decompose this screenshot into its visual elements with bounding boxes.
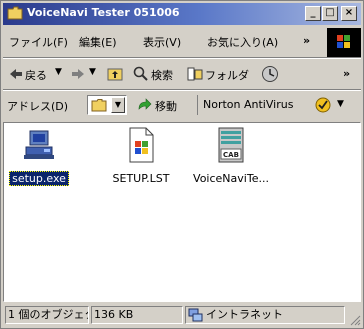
- svg-text:CAB: CAB: [223, 151, 239, 159]
- forward-dropdown-arrow-icon[interactable]: ▼: [89, 67, 96, 77]
- go-arrow-icon[interactable]: [137, 98, 153, 112]
- menu-overflow-chevron[interactable]: »: [303, 34, 310, 47]
- file-item-setup-exe[interactable]: setup.exe: [0, 129, 84, 186]
- norton-dropdown-arrow-icon[interactable]: ▼: [337, 99, 344, 109]
- address-bar: アドレス(D) ▼ 移動 Norton AntiVirus ▼: [3, 91, 361, 119]
- menu-bar: ファイル(F) 編集(E) 表示(V) お気に入り(A) »: [3, 28, 361, 56]
- back-dropdown-arrow-icon[interactable]: ▼: [55, 67, 62, 77]
- cab-archive-icon: CAB: [218, 127, 244, 163]
- file-name: SETUP.LST: [112, 172, 170, 185]
- title-bar[interactable]: VoiceNavi Tester 051006 _ □ ×: [3, 3, 361, 25]
- folders-button[interactable]: フォルダ: [205, 67, 249, 83]
- file-item-voicenavi-cab[interactable]: CAB VoiceNaviTe...: [186, 127, 276, 186]
- address-dropdown-arrow-icon[interactable]: ▼: [111, 97, 125, 113]
- file-name: setup.exe: [9, 171, 69, 186]
- search-button[interactable]: 検索: [151, 67, 173, 83]
- up-folder-icon[interactable]: [107, 66, 123, 81]
- file-name: VoiceNaviTe...: [193, 172, 269, 185]
- status-bar: 1 個のオブジェク 136 KB イントラネット: [3, 304, 361, 326]
- address-combobox[interactable]: ▼: [87, 95, 127, 115]
- file-list-view[interactable]: setup.exe SETUP.LST CAB VoiceNaviTe...: [3, 122, 361, 302]
- back-button[interactable]: 戻る: [25, 67, 47, 83]
- status-zone: イントラネット: [185, 306, 345, 324]
- minimize-button[interactable]: _: [305, 6, 321, 21]
- windows-flag-icon: [337, 35, 350, 48]
- menu-edit[interactable]: 編集(E): [79, 34, 117, 50]
- address-label: アドレス(D): [7, 100, 69, 113]
- norton-antivirus-label: Norton AntiVirus: [203, 98, 294, 111]
- history-icon[interactable]: [261, 65, 279, 83]
- windows-logo-throbber: [327, 28, 361, 58]
- folder-icon: [7, 6, 23, 20]
- menu-view[interactable]: 表示(V): [143, 34, 181, 50]
- forward-arrow-icon[interactable]: [71, 67, 85, 81]
- status-size: 136 KB: [91, 306, 183, 324]
- explorer-window: VoiceNavi Tester 051006 _ □ × ファイル(F) 編集…: [0, 0, 364, 329]
- menu-favorites[interactable]: お気に入り(A): [207, 34, 278, 50]
- go-button[interactable]: 移動: [155, 98, 177, 114]
- back-arrow-icon[interactable]: [9, 67, 23, 81]
- document-icon: [129, 127, 154, 163]
- file-item-setup-lst[interactable]: SETUP.LST: [96, 127, 186, 186]
- zone-label: イントラネット: [206, 308, 283, 321]
- setup-exe-icon: [24, 130, 54, 159]
- toolbar-overflow-chevron[interactable]: »: [343, 67, 350, 80]
- norton-shield-icon[interactable]: [315, 97, 331, 113]
- maximize-button[interactable]: □: [322, 6, 338, 21]
- intranet-icon: [188, 308, 203, 322]
- close-button[interactable]: ×: [341, 6, 357, 21]
- standard-toolbar: 戻る ▼ ▼ 検索 フォルダ »: [3, 59, 361, 89]
- divider: [197, 95, 198, 115]
- resize-grip-icon[interactable]: [349, 314, 361, 326]
- status-object-count: 1 個のオブジェク: [5, 306, 89, 324]
- window-title: VoiceNavi Tester 051006: [27, 6, 180, 19]
- menu-file[interactable]: ファイル(F): [9, 34, 68, 50]
- folder-icon: [91, 99, 107, 112]
- search-icon[interactable]: [133, 66, 149, 82]
- folders-icon[interactable]: [187, 66, 203, 82]
